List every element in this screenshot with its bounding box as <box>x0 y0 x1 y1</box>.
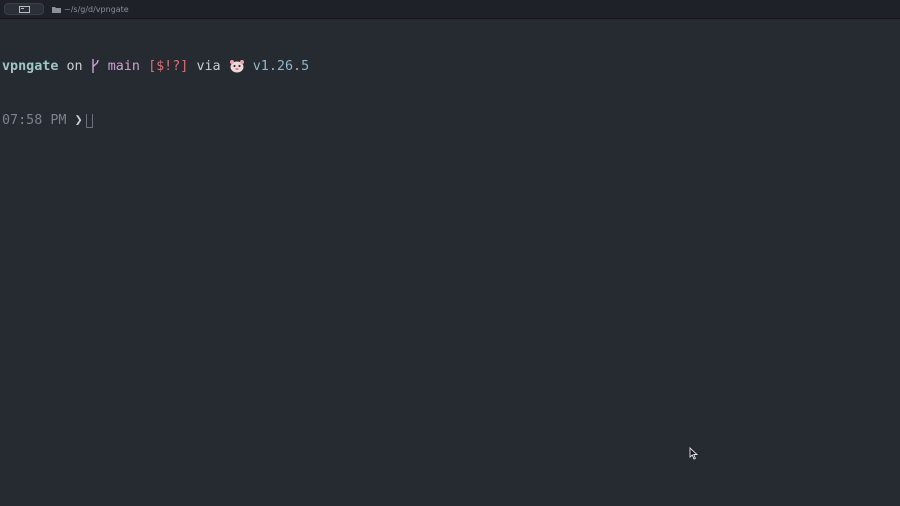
prompt-char: ❯ <box>74 113 83 128</box>
terminal-output[interactable]: vpngate on main [$!?] via v1.26.5 07:58 … <box>0 19 900 506</box>
terminal-icon <box>19 6 30 13</box>
prompt-git-status: [$!?] <box>148 59 189 74</box>
prompt-directory: vpngate <box>2 59 59 74</box>
terminal-window: ~/s/g/d/vpngate vpngate on main [$!?] vi… <box>0 0 900 506</box>
tab-bar: ~/s/g/d/vpngate <box>0 0 900 19</box>
terminal-tab[interactable] <box>4 3 44 15</box>
folder-icon <box>52 6 61 13</box>
tab-path-text: ~/s/g/d/vpngate <box>64 4 129 14</box>
prompt-time: 07:58 PM <box>2 113 67 128</box>
text-cursor <box>85 114 93 128</box>
prompt-info-line: vpngate on main [$!?] via v1.26.5 <box>2 58 898 76</box>
git-branch-icon <box>91 58 100 76</box>
mouse-pointer-icon <box>689 447 698 460</box>
prompt-input-line[interactable]: 07:58 PM ❯ <box>2 112 898 130</box>
prompt-branch: main <box>107 59 140 74</box>
prompt-on-word: on <box>66 59 83 74</box>
prompt-via-word: via <box>196 59 221 74</box>
tab-path-label[interactable]: ~/s/g/d/vpngate <box>52 3 129 15</box>
gopher-icon <box>229 58 245 76</box>
prompt-version: v1.26.5 <box>252 59 310 74</box>
